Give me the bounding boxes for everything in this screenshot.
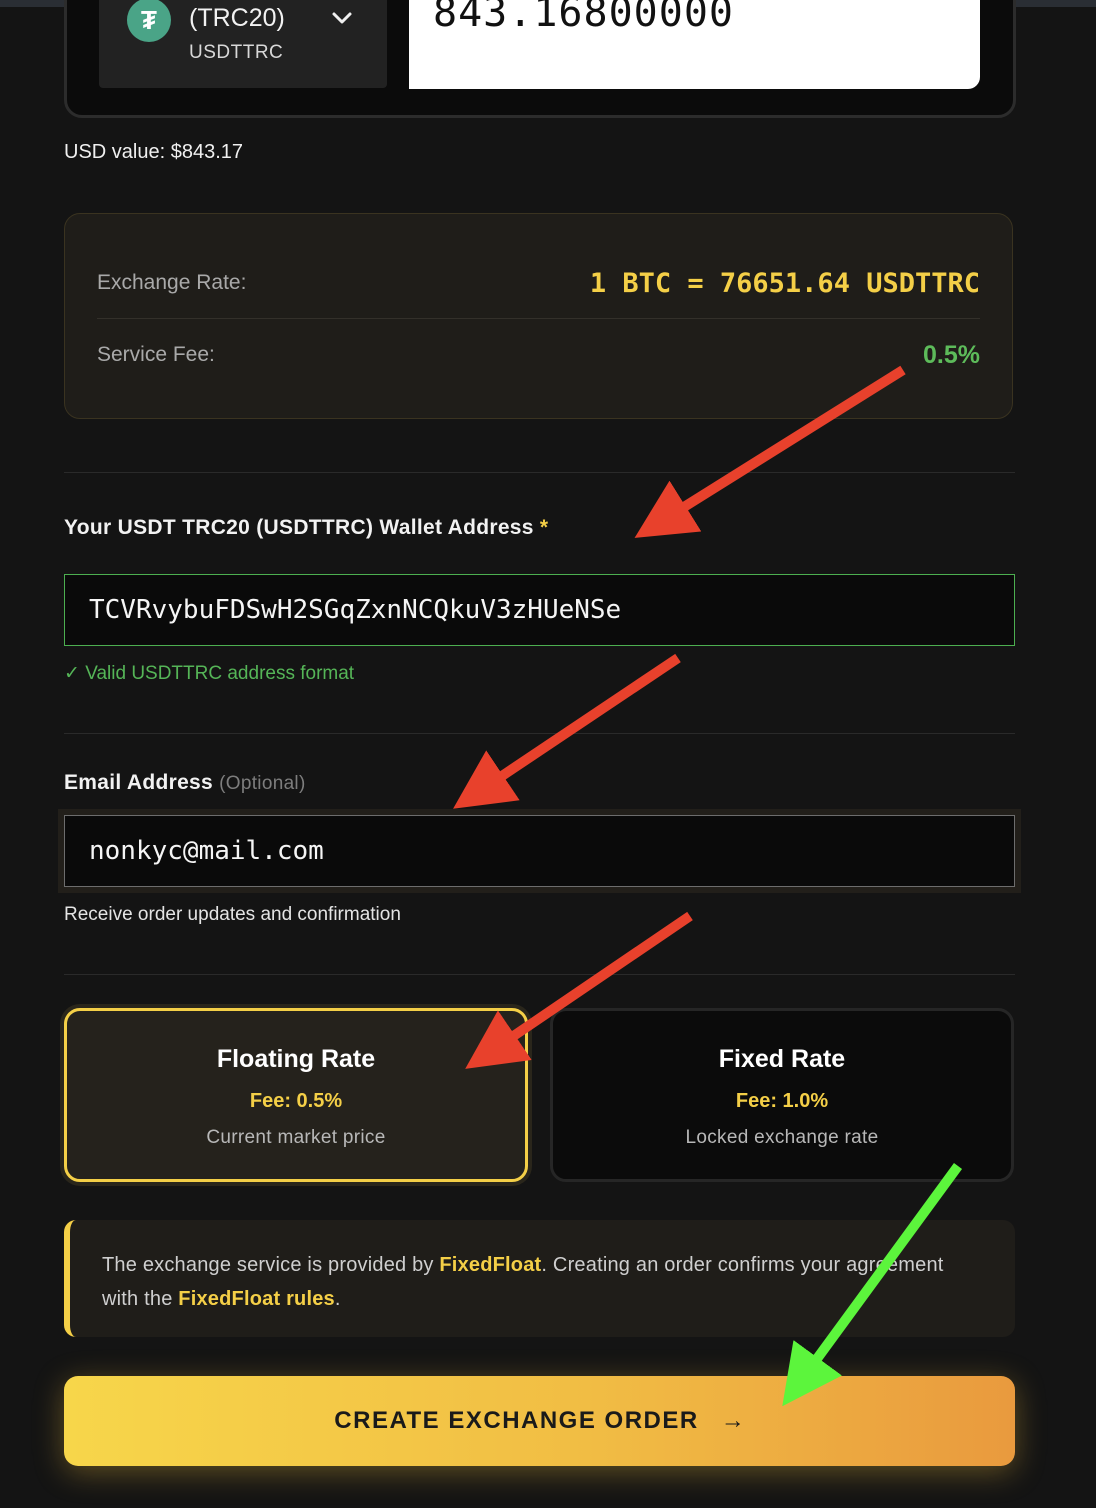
- rate-info-card: Exchange Rate: 1 BTC = 76651.64 USDTTRC …: [64, 213, 1013, 419]
- email-address-label: Email Address (Optional): [64, 771, 306, 795]
- rate-option-fee: Fee: 0.5%: [249, 1090, 343, 1112]
- service-fee-row: Service Fee: 0.5%: [97, 320, 980, 390]
- email-help-text: Receive order updates and confirmation: [64, 904, 401, 925]
- provider-notice: The exchange service is provided by Fixe…: [64, 1220, 1015, 1337]
- wallet-address-label: Your USDT TRC20 (USDTTRC) Wallet Address…: [64, 516, 548, 540]
- amount-input[interactable]: 843.16800000: [409, 0, 980, 89]
- service-fee-label: Service Fee:: [97, 343, 215, 366]
- rate-option-desc: Current market price: [206, 1127, 386, 1148]
- notice-text: The exchange service is provided by: [102, 1254, 440, 1276]
- section-divider: [64, 472, 1015, 473]
- tether-icon: ₮: [127, 0, 171, 42]
- wallet-address-input[interactable]: TCVRvybuFDSwH2SGqZxnNCQkuV3zHUeNSe: [64, 574, 1015, 646]
- rate-option-title: Fixed Rate: [718, 1045, 846, 1073]
- section-divider: [64, 974, 1015, 975]
- coin-selector[interactable]: ₮ (TRC20) USDTTRC: [99, 0, 387, 88]
- wallet-address-value: TCVRvybuFDSwH2SGqZxnNCQkuV3zHUeNSe: [89, 595, 622, 625]
- rate-option-title: Floating Rate: [216, 1045, 376, 1073]
- email-value: nonkyc@mail.com: [89, 836, 324, 866]
- section-divider: [64, 733, 1015, 734]
- coin-network-label: (TRC20): [189, 4, 285, 32]
- notice-text: .: [334, 1288, 341, 1310]
- rules-link[interactable]: FixedFloat rules: [178, 1288, 335, 1310]
- provider-link[interactable]: FixedFloat: [439, 1254, 541, 1276]
- floating-rate-option[interactable]: Floating Rate Fee: 0.5% Current market p…: [64, 1008, 528, 1182]
- fixed-rate-option[interactable]: Fixed Rate Fee: 1.0% Locked exchange rat…: [550, 1008, 1014, 1182]
- rate-option-desc: Locked exchange rate: [685, 1127, 879, 1148]
- wallet-label-text: Your USDT TRC20 (USDTTRC) Wallet Address: [64, 516, 534, 539]
- email-input[interactable]: nonkyc@mail.com: [64, 815, 1015, 887]
- service-fee-value: 0.5%: [923, 340, 980, 369]
- arrow-right-icon: →: [720, 1407, 745, 1434]
- email-label-text: Email Address: [64, 771, 214, 794]
- coin-code-label: USDTTRC: [189, 42, 284, 63]
- usd-value: USD value: $843.17: [64, 141, 244, 163]
- required-mark: *: [539, 516, 549, 539]
- exchange-rate-row: Exchange Rate: 1 BTC = 76651.64 USDTTRC: [97, 248, 980, 319]
- wallet-valid-message: ✓ Valid USDTTRC address format: [64, 663, 355, 684]
- exchange-rate-value: 1 BTC = 76651.64 USDTTRC: [589, 267, 980, 299]
- amount-value: 843.16800000: [433, 0, 734, 36]
- create-exchange-order-button[interactable]: CREATE EXCHANGE ORDER →: [64, 1376, 1015, 1466]
- red-arrow-annotation: [453, 653, 681, 809]
- rate-option-fee: Fee: 1.0%: [735, 1090, 829, 1112]
- chevron-down-icon: [332, 12, 352, 24]
- create-order-label: CREATE EXCHANGE ORDER: [334, 1407, 699, 1434]
- optional-tag: (Optional): [219, 773, 306, 794]
- exchange-rate-label: Exchange Rate:: [97, 271, 247, 294]
